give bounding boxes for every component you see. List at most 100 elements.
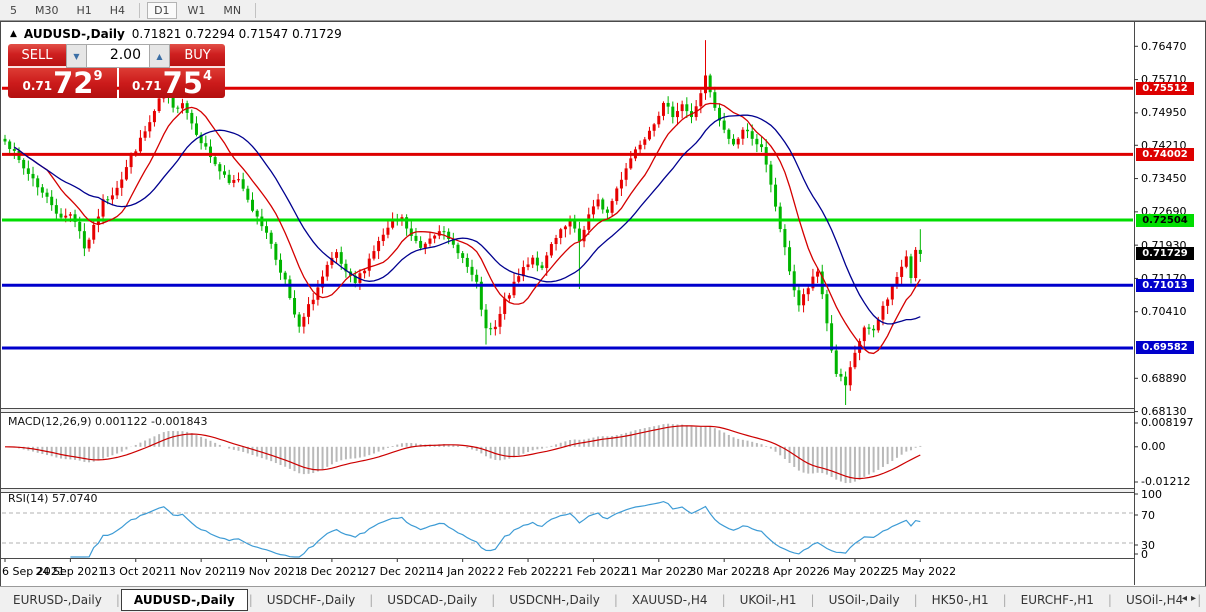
candle-body bbox=[50, 196, 54, 206]
candle-body bbox=[675, 111, 679, 118]
candle-body bbox=[732, 138, 736, 145]
date-axis-label: 25 May 2022 bbox=[884, 565, 957, 578]
candle-body bbox=[591, 206, 595, 215]
buy-price-display[interactable]: 0.71 75 4 bbox=[119, 68, 225, 98]
candle-body bbox=[839, 373, 843, 377]
candle-body bbox=[535, 257, 539, 266]
candle-body bbox=[269, 232, 273, 244]
candle-body bbox=[507, 295, 511, 299]
tab-divider: | bbox=[1107, 593, 1112, 607]
macd-signal-value: -0.001843 bbox=[151, 415, 208, 428]
buy-price-main: 75 bbox=[162, 66, 203, 100]
candle-body bbox=[629, 158, 633, 169]
candle-body bbox=[372, 251, 376, 259]
candle-body bbox=[484, 309, 488, 329]
chart-tab-hk50-h1[interactable]: HK50-,H1 bbox=[919, 590, 1002, 610]
volume-input[interactable]: 2.00 bbox=[87, 44, 149, 68]
candle-body bbox=[87, 239, 91, 249]
candle-body bbox=[643, 139, 647, 145]
candle-body bbox=[40, 187, 44, 193]
candle-body bbox=[619, 179, 623, 189]
candle-body bbox=[283, 272, 287, 280]
candle-body bbox=[610, 201, 614, 213]
candle-body bbox=[475, 274, 479, 282]
candle-body bbox=[727, 129, 731, 139]
sell-price-display[interactable]: 0.71 72 9 bbox=[8, 68, 117, 98]
candle-body bbox=[792, 271, 796, 291]
date-axis-label: 1 Nov 2021 bbox=[169, 565, 233, 578]
macd-main-value: 0.001122 bbox=[95, 415, 148, 428]
price-level-chip: 0.74002 bbox=[1136, 147, 1194, 161]
chart-tab-audusd-daily[interactable]: AUDUSD-,Daily bbox=[120, 589, 248, 611]
candle-body bbox=[274, 243, 278, 260]
chart-tab-eurusd-daily[interactable]: EURUSD-,Daily bbox=[0, 590, 115, 610]
chart-tab-ukoil-h1[interactable]: UKOil-,H1 bbox=[727, 590, 810, 610]
candle-body bbox=[559, 229, 563, 238]
candle-body bbox=[549, 244, 553, 256]
candle-body bbox=[241, 179, 245, 189]
candle-body bbox=[876, 319, 880, 331]
price-axis-tick-label: 0.68890 bbox=[1141, 371, 1187, 385]
candle-body bbox=[106, 199, 110, 201]
chart-tab-ukoil-h4[interactable]: UKOil-,H4 bbox=[1202, 590, 1206, 610]
candle-body bbox=[647, 130, 651, 140]
chart-tab-usdcnh-daily[interactable]: USDCNH-,Daily bbox=[496, 590, 613, 610]
candle-body bbox=[3, 138, 7, 142]
candle-body bbox=[307, 304, 311, 317]
tab-divider: | bbox=[613, 593, 618, 607]
candle-body bbox=[293, 297, 297, 315]
trading-terminal-window: 5 M30 H1 H4 D1 W1 MN ▲ AUDUSD-,Daily 0.71821 0… bbox=[0, 0, 1206, 612]
candle-body bbox=[419, 240, 423, 248]
candle-body bbox=[914, 249, 918, 278]
collapse-chart-icon[interactable]: ▲ bbox=[10, 29, 17, 39]
candle-body bbox=[442, 231, 446, 233]
candle-body bbox=[545, 255, 549, 269]
volume-decrease-button[interactable]: ▼ bbox=[66, 44, 87, 68]
candle-body bbox=[531, 257, 535, 265]
candle-body bbox=[890, 286, 894, 300]
price-axis-tick-label: 0.73450 bbox=[1141, 172, 1187, 186]
tab-divider: | bbox=[115, 593, 120, 607]
macd-signal-line bbox=[4, 425, 921, 480]
candle-body bbox=[750, 131, 754, 139]
candle-body bbox=[176, 107, 180, 109]
candle-body bbox=[190, 112, 194, 124]
chart-tab-xauusd-h4[interactable]: XAUUSD-,H4 bbox=[619, 590, 721, 610]
macd-indicator-label: MACD(12,26,9) 0.001122 -0.001843 bbox=[8, 415, 208, 428]
chart-tab-usdchf-daily[interactable]: USDCHF-,Daily bbox=[254, 590, 368, 610]
candle-body bbox=[853, 352, 857, 368]
candle-body bbox=[218, 164, 222, 172]
volume-increase-button[interactable]: ▲ bbox=[149, 44, 170, 68]
buy-button[interactable]: BUY bbox=[170, 44, 225, 68]
candle-body bbox=[414, 235, 418, 241]
sell-button[interactable]: SELL bbox=[8, 44, 66, 68]
candle-body bbox=[587, 214, 591, 230]
candle-body bbox=[120, 179, 124, 188]
candle-body bbox=[624, 168, 628, 180]
candle-body bbox=[900, 266, 904, 277]
date-axis-label: 6 May 2022 bbox=[822, 565, 888, 578]
current-price-chip: 0.71729 bbox=[1136, 247, 1194, 261]
tab-divider: | bbox=[369, 593, 374, 607]
tab-scroll-arrows[interactable]: ◂▸ bbox=[1182, 593, 1200, 604]
candle-body bbox=[204, 143, 208, 147]
candle-body bbox=[45, 192, 49, 197]
tab-divider: | bbox=[491, 593, 496, 607]
tab-divider: | bbox=[721, 593, 726, 607]
date-axis-label: 18 Apr 2022 bbox=[755, 565, 824, 578]
chart-tab-usdcad-daily[interactable]: USDCAD-,Daily bbox=[374, 590, 490, 610]
candle-body bbox=[36, 178, 40, 188]
candle-body bbox=[143, 131, 147, 138]
chart-tab-eurchf-h1[interactable]: EURCHF-,H1 bbox=[1008, 590, 1107, 610]
candle-body bbox=[138, 137, 142, 152]
candle-body bbox=[423, 243, 427, 248]
candle-body bbox=[26, 168, 30, 174]
price-level-chip: 0.69582 bbox=[1136, 341, 1194, 355]
rsi-name: RSI(14) bbox=[8, 492, 49, 505]
candle-body bbox=[685, 104, 689, 112]
price-axis-tick-label: 0.70410 bbox=[1141, 305, 1187, 319]
date-axis-label: 2 Feb 2022 bbox=[497, 565, 559, 578]
chart-tab-usoil-daily[interactable]: USOil-,Daily bbox=[816, 590, 913, 610]
candle-body bbox=[363, 270, 367, 274]
candle-body bbox=[573, 220, 577, 229]
